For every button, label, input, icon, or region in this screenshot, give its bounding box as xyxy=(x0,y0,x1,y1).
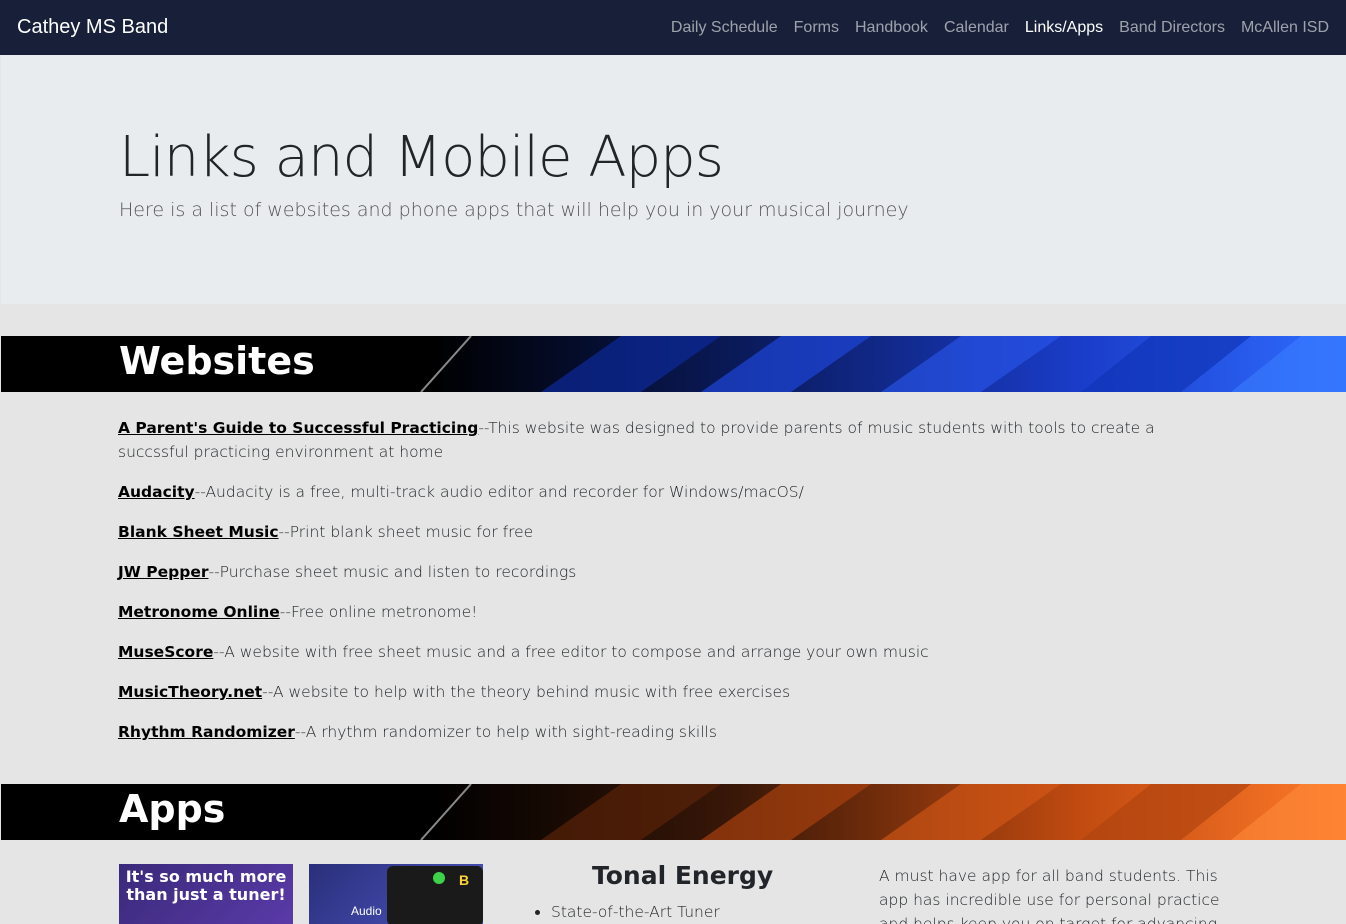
list-item: JW Pepper--Purchase sheet music and list… xyxy=(118,560,1208,584)
list-item: MusicTheory.net--A website to help with … xyxy=(118,680,1208,704)
nav-daily-schedule[interactable]: Daily Schedule xyxy=(671,19,778,37)
app-title: Tonal Energy xyxy=(592,861,774,890)
website-link-musescore[interactable]: MuseScore xyxy=(118,643,213,661)
tonal-energy-screenshot-image[interactable]: Audio B xyxy=(309,864,483,924)
list-item: Rhythm Randomizer--A rhythm randomizer t… xyxy=(118,720,1208,744)
website-link-jw-pepper[interactable]: JW Pepper xyxy=(118,563,208,581)
list-item: State-of-the-Art Tuner xyxy=(551,903,720,921)
website-link-audacity[interactable]: Audacity xyxy=(118,483,195,501)
website-desc: --A rhythm randomizer to help with sight… xyxy=(294,723,717,741)
nav-links: Daily Schedule Forms Handbook Calendar L… xyxy=(655,19,1329,37)
nav-calendar[interactable]: Calendar xyxy=(944,19,1009,37)
website-link-rhythm-randomizer[interactable]: Rhythm Randomizer xyxy=(118,723,295,741)
apps-banner: Apps xyxy=(1,784,1346,840)
nav-forms[interactable]: Forms xyxy=(794,19,839,37)
screenshot-label: Audio xyxy=(351,904,382,918)
nav-handbook[interactable]: Handbook xyxy=(855,19,928,37)
website-desc: --Print blank sheet music for free xyxy=(278,523,534,541)
websites-list: A Parent's Guide to Successful Practicin… xyxy=(118,416,1208,760)
list-item: Audacity--Audacity is a free, multi-trac… xyxy=(118,480,1208,504)
website-link-blank-sheet-music[interactable]: Blank Sheet Music xyxy=(118,523,279,541)
website-link-metronome-online[interactable]: Metronome Online xyxy=(118,603,280,621)
tonal-energy-promo-image[interactable]: It's so much more than just a tuner! xyxy=(119,864,293,924)
websites-banner: Websites xyxy=(1,336,1346,392)
website-desc: --Audacity is a free, multi-track audio … xyxy=(194,483,804,501)
website-link-parents-guide[interactable]: A Parent's Guide to Successful Practicin… xyxy=(118,419,478,437)
top-navbar: Cathey MS Band Daily Schedule Forms Hand… xyxy=(0,0,1346,55)
nav-mcallen-isd[interactable]: McAllen ISD xyxy=(1241,19,1329,37)
page-subtitle: Here is a list of websites and phone app… xyxy=(119,199,909,221)
app-description: A must have app for all band students. T… xyxy=(879,867,1220,924)
list-item: Blank Sheet Music--Print blank sheet mus… xyxy=(118,520,1208,544)
jumbotron: Links and Mobile Apps Here is a list of … xyxy=(1,55,1346,304)
nav-band-directors[interactable]: Band Directors xyxy=(1119,19,1225,37)
apps-heading: Apps xyxy=(119,787,226,831)
list-item: Metronome Online--Free online metronome! xyxy=(118,600,1208,624)
website-link-musictheory[interactable]: MusicTheory.net xyxy=(118,683,262,701)
page-title: Links and Mobile Apps xyxy=(119,125,724,190)
brand-link[interactable]: Cathey MS Band xyxy=(17,16,168,39)
websites-heading: Websites xyxy=(119,339,315,383)
website-desc: --A website with free sheet music and a … xyxy=(213,643,929,661)
app-feature-list: State-of-the-Art Tuner xyxy=(551,903,720,921)
list-item: MuseScore--A website with free sheet mus… xyxy=(118,640,1208,664)
promo-image-text: It's so much more than just a tuner! xyxy=(125,867,287,904)
list-item: A Parent's Guide to Successful Practicin… xyxy=(118,416,1208,464)
tuner-note-badge: B xyxy=(459,872,470,888)
website-desc: --Free online metronome! xyxy=(279,603,478,621)
website-desc: --Purchase sheet music and listen to rec… xyxy=(208,563,577,581)
nav-links-apps[interactable]: Links/Apps xyxy=(1025,19,1103,37)
tuner-indicator-icon xyxy=(433,872,445,884)
website-desc: --A website to help with the theory behi… xyxy=(262,683,791,701)
